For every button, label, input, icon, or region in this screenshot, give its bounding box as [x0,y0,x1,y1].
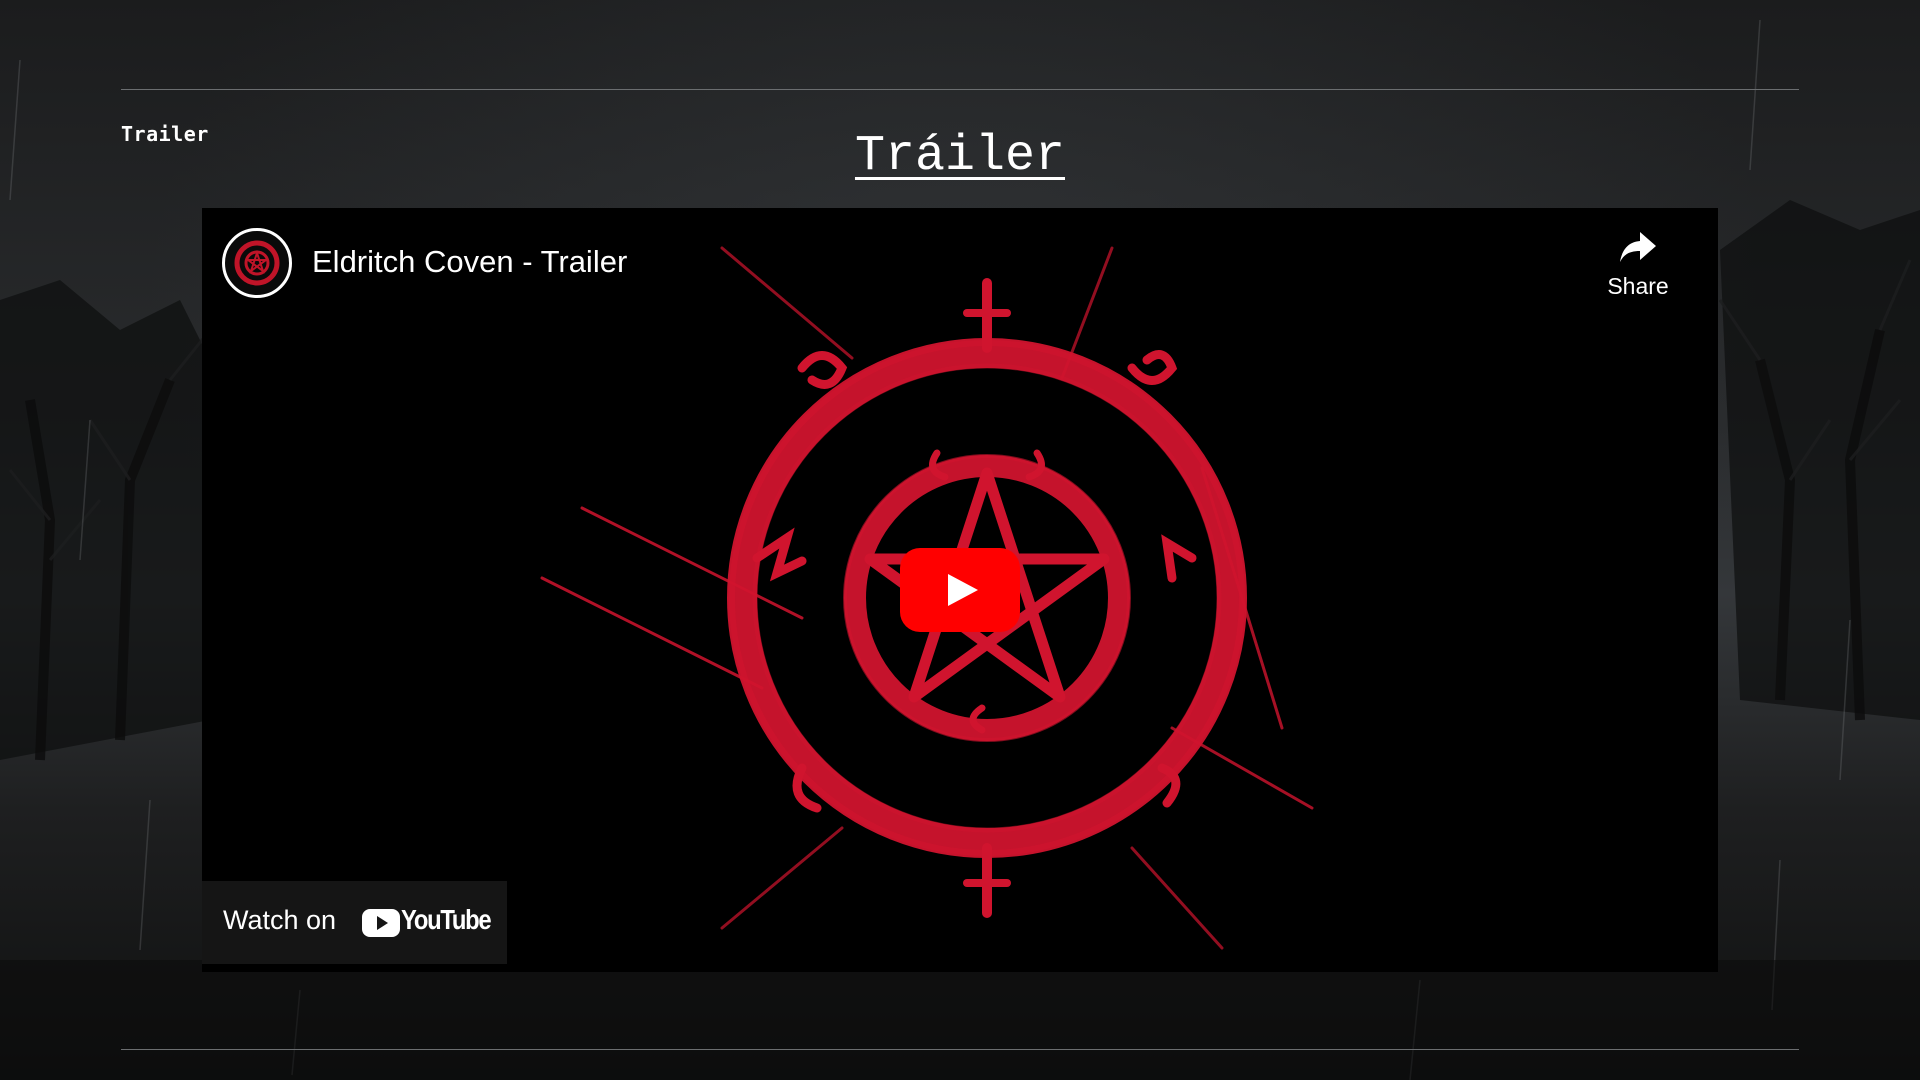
watch-on-label: Watch on [223,905,337,935]
play-button[interactable] [900,548,1020,632]
video-title[interactable]: Eldritch Coven - Trailer [312,244,627,280]
video-player[interactable]: Eldritch Coven - Trailer Share Watch on … [202,208,1718,972]
channel-sigil-icon [234,240,280,286]
page-title: Tráiler [0,128,1920,185]
play-icon [900,548,1020,632]
watch-on-youtube-button[interactable]: Watch on YouTube [202,881,507,964]
top-divider [121,89,1799,90]
share-arrow-icon [1620,232,1656,262]
page-title-text: Tráiler [854,128,1066,185]
share-button[interactable]: Share [1598,230,1678,300]
youtube-logo-icon [362,909,400,937]
bottom-divider [121,1049,1799,1050]
channel-avatar[interactable] [222,228,292,298]
youtube-wordmark: YouTube [401,904,492,935]
trailer-section: Trailer Tráiler Eldritch Coven - Trailer… [0,0,1920,1080]
share-label: Share [1607,273,1669,299]
